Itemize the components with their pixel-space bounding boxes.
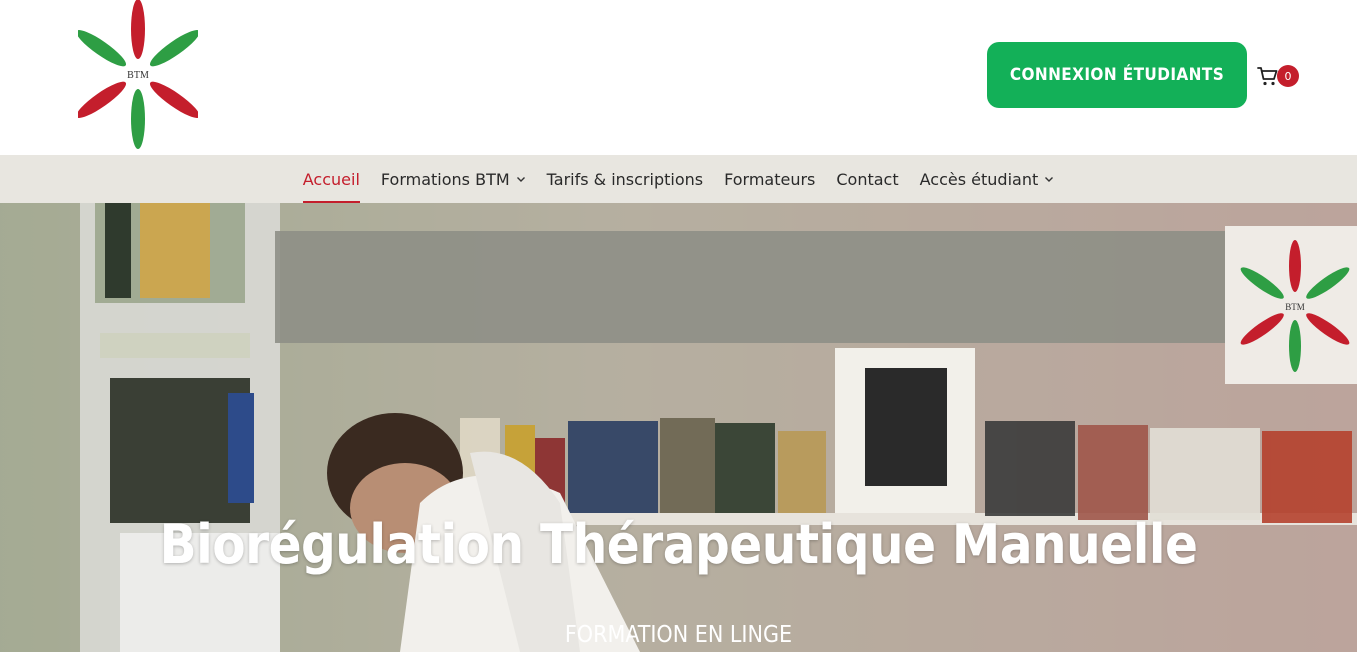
chevron-down-icon: [516, 177, 525, 182]
main-navigation: Accueil Formations BTM Tarifs & inscript…: [0, 155, 1357, 203]
hero-background-photo: [0, 203, 1357, 652]
site-header: BTM Connexion étudiants 0: [0, 0, 1357, 155]
nav-item-label: Accueil: [302, 169, 360, 189]
nav-list: Accueil Formations BTM Tarifs & inscript…: [0, 155, 1357, 203]
wall-logo-text: BTM: [1285, 302, 1305, 312]
nav-item-formations-btm[interactable]: Formations BTM: [370, 155, 536, 203]
cart-count-badge: 0: [1277, 65, 1299, 87]
cart-button[interactable]: 0: [1256, 64, 1302, 90]
nav-item-label: Formations BTM: [380, 169, 510, 189]
nav-item-formateurs[interactable]: Formateurs: [714, 155, 826, 203]
nav-item-label: Tarifs & inscriptions: [546, 169, 704, 189]
btm-logo[interactable]: BTM: [78, 0, 198, 152]
nav-item-contact[interactable]: Contact: [826, 155, 909, 203]
btm-wall-logo: BTM: [1240, 240, 1350, 372]
student-login-button[interactable]: Connexion étudiants: [987, 42, 1247, 108]
nav-item-label: Formateurs: [724, 169, 816, 189]
wall-logo-frame: BTM: [1225, 226, 1357, 384]
nav-item-label: Contact: [836, 169, 899, 189]
nav-item-tarifs-inscriptions[interactable]: Tarifs & inscriptions: [536, 155, 713, 203]
logo-text: BTM: [127, 70, 149, 81]
chevron-down-icon: [1045, 177, 1054, 182]
hero-banner: BTM Biorégulation Thérapeutique Manuelle…: [0, 203, 1357, 652]
hero-title: Biorégulation Thérapeutique Manuelle: [159, 513, 1198, 576]
nav-item-label: Accès étudiant: [919, 169, 1039, 189]
hero-subtitle: FORMATION EN LINGE: [564, 622, 793, 648]
nav-item-accueil[interactable]: Accueil: [292, 155, 370, 203]
nav-item-acces-etudiant[interactable]: Accès étudiant: [909, 155, 1065, 203]
